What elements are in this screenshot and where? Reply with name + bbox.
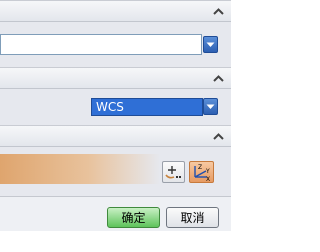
csys-dialog-button[interactable]: Z Y X	[189, 161, 214, 183]
svg-text:Y: Y	[205, 168, 210, 175]
window-right-margin	[231, 0, 259, 252]
section-3-header	[0, 125, 231, 147]
coordinate-system-value: WCS	[96, 100, 124, 114]
svg-text:Z: Z	[198, 164, 202, 171]
ok-button[interactable]: 确定	[107, 207, 160, 228]
section-1-combo-field[interactable]	[0, 34, 202, 55]
collapse-section-2-button[interactable]	[211, 72, 226, 86]
ok-button-label: 确定	[121, 211, 146, 225]
chevron-down-icon	[206, 104, 215, 109]
point-dialog-icon	[165, 166, 181, 179]
svg-text:X: X	[206, 176, 210, 182]
section-1-header	[0, 0, 231, 22]
collapse-section-1-button[interactable]	[211, 5, 226, 19]
point-dialog-button[interactable]	[162, 161, 185, 183]
chevron-up-icon	[213, 133, 224, 140]
section-2-body: WCS	[0, 89, 231, 125]
coordinate-system-icon: Z Y X	[194, 164, 210, 183]
collapse-section-3-button[interactable]	[211, 130, 226, 144]
section-2-header	[0, 67, 231, 89]
chevron-up-icon	[213, 75, 224, 82]
cancel-button[interactable]: 取消	[166, 207, 219, 228]
color-gradient-bar	[0, 154, 160, 184]
chevron-up-icon	[213, 8, 224, 15]
coordinate-system-dropdown-button[interactable]	[203, 98, 218, 115]
chevron-down-icon	[206, 42, 215, 47]
cancel-button-label: 取消	[180, 211, 205, 225]
section-1-body	[0, 22, 231, 67]
coordinate-system-select[interactable]: WCS	[91, 98, 203, 116]
section-1-dropdown-button[interactable]	[203, 36, 218, 53]
